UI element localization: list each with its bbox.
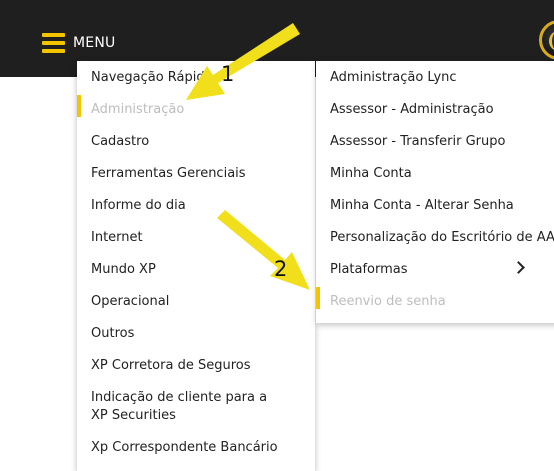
xp-logo-icon[interactable] <box>539 20 554 60</box>
annotation-step-1: 1 <box>221 62 235 86</box>
submenu-item-label: Reenvio de senha <box>330 294 446 309</box>
menu-item-informe-do-dia[interactable]: Informe do dia <box>77 197 186 215</box>
menu-label: MENU <box>73 35 116 51</box>
submenu-item-administracao-lync[interactable]: Administração Lync <box>316 69 457 87</box>
submenu-item-minha-conta[interactable]: Minha Conta <box>316 165 412 183</box>
submenu-item-label: Personalização do Escritório de AAI <box>330 230 554 245</box>
submenu-item-assessor-transferir-grupo[interactable]: Assessor - Transferir Grupo <box>316 133 505 151</box>
menu-item-outros[interactable]: Outros <box>77 325 134 343</box>
menu-item-xp-corretora-seguros[interactable]: XP Corretora de Seguros <box>77 357 251 375</box>
submenu-item-alterar-senha[interactable]: Minha Conta - Alterar Senha <box>316 197 514 215</box>
menu-item-label: Outros <box>91 326 135 341</box>
menu-item-administracao[interactable]: Administração <box>77 95 185 119</box>
submenu-item-label: Assessor - Transferir Grupo <box>330 134 506 149</box>
menu-item-label: Operacional <box>91 294 170 309</box>
menu-item-xp-correspondente-bancario[interactable]: Xp Correspondente Bancário <box>77 439 278 457</box>
menu-item-label: Ferramentas Gerenciais <box>91 166 246 181</box>
administracao-submenu: Administração Lync Assessor - Administra… <box>316 61 554 323</box>
annotation-step-2: 2 <box>274 257 288 281</box>
active-indicator <box>77 95 81 117</box>
menu-item-label: Administração <box>91 102 185 117</box>
submenu-item-label: Plataformas <box>330 262 408 277</box>
menu-item-label: XP Corretora de Seguros <box>91 358 251 373</box>
submenu-item-plataformas[interactable]: Plataformas <box>316 261 554 279</box>
menu-button[interactable]: MENU <box>42 32 115 54</box>
submenu-item-label: Minha Conta - Alterar Senha <box>330 198 514 213</box>
menu-item-mundo-xp[interactable]: Mundo XP <box>77 261 156 279</box>
menu-item-internet[interactable]: Internet <box>77 229 143 247</box>
menu-item-cadastro[interactable]: Cadastro <box>77 133 149 151</box>
submenu-item-assessor-administracao[interactable]: Assessor - Administração <box>316 101 494 119</box>
menu-item-label: Informe do dia <box>91 198 186 213</box>
menu-item-indicacao-cliente[interactable]: Indicação de cliente para a XP Securitie… <box>77 389 297 425</box>
chevron-right-icon <box>512 261 525 274</box>
menu-item-label: Internet <box>91 230 143 245</box>
menu-item-ferramentas-gerenciais[interactable]: Ferramentas Gerenciais <box>77 165 246 183</box>
submenu-item-label: Assessor - Administração <box>330 102 494 117</box>
menu-item-label: Cadastro <box>91 134 150 149</box>
submenu-item-label: Minha Conta <box>330 166 412 181</box>
active-indicator <box>316 287 320 309</box>
menu-item-label: Xp Correspondente Bancário <box>91 440 278 455</box>
submenu-item-label: Administração Lync <box>330 70 457 85</box>
menu-item-operacional[interactable]: Operacional <box>77 293 169 311</box>
menu-item-label: Indicação de cliente para a XP Securitie… <box>91 390 268 423</box>
hamburger-icon <box>42 33 65 53</box>
menu-item-label: Navegação Rápida <box>91 70 213 85</box>
submenu-item-personalizacao-escritorio[interactable]: Personalização do Escritório de AAI <box>316 229 554 247</box>
menu-item-navegacao-rapida[interactable]: Navegação Rápida <box>77 69 213 87</box>
menu-item-label: Mundo XP <box>91 262 156 277</box>
submenu-item-reenvio-senha[interactable]: Reenvio de senha <box>316 287 446 311</box>
